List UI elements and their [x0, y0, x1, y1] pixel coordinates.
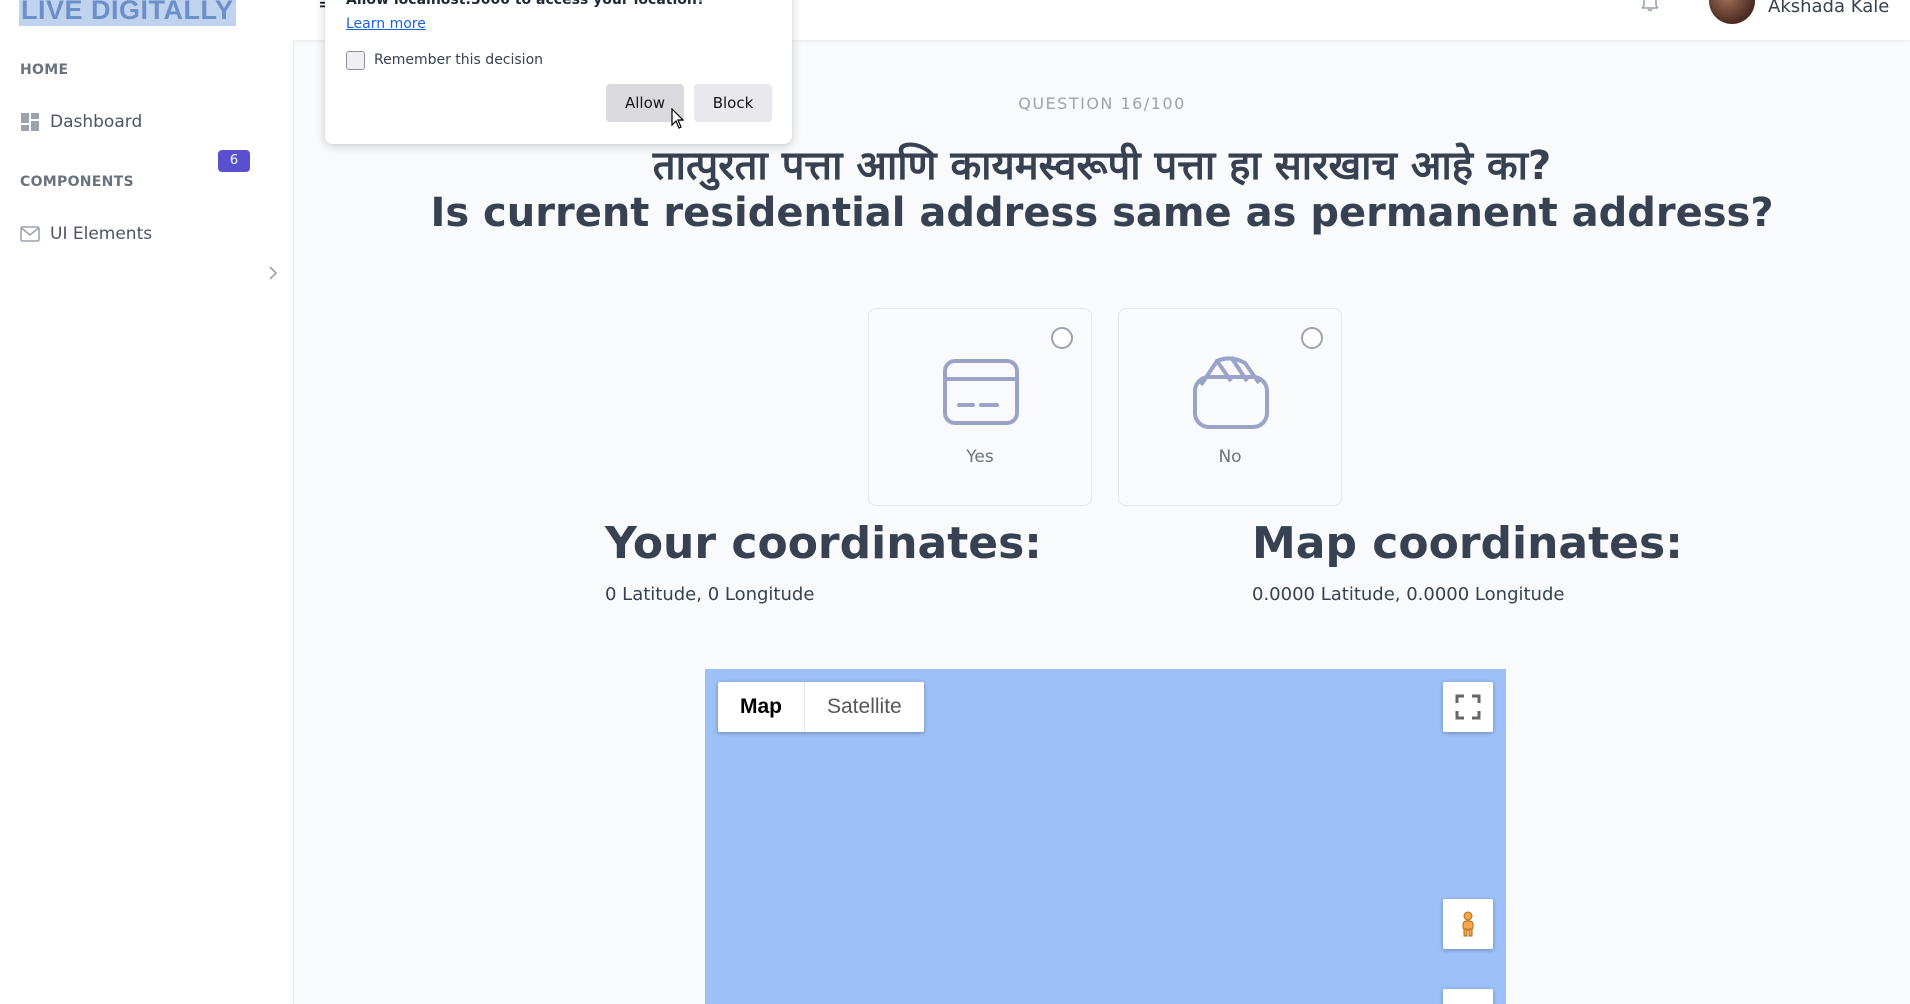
map-type-control: Map Satellite — [718, 682, 924, 732]
sidebar-item-label: UI Elements — [50, 224, 153, 244]
sidebar-item-dashboard[interactable]: Dashboard — [20, 107, 274, 137]
option-yes-radio[interactable] — [1051, 327, 1073, 349]
option-no[interactable]: No — [1118, 308, 1342, 506]
credit-card-icon — [943, 359, 1019, 425]
map-view[interactable]: Map Satellite — [705, 669, 1506, 1004]
map-type-map-button[interactable]: Map — [718, 682, 805, 732]
question-title-english: Is current residential address same as p… — [430, 190, 1774, 236]
pegman-icon — [1462, 911, 1474, 937]
sidebar-section-components: COMPONENTS — [20, 174, 134, 190]
user-avatar[interactable] — [1709, 0, 1755, 24]
permission-title: Allow localhost:3000 to access your loca… — [346, 0, 705, 8]
street-view-button[interactable] — [1443, 899, 1493, 949]
question-title-marathi: तात्पुरता पत्ता आणि कायमस्वरूपी पत्ता हा… — [652, 143, 1552, 189]
learn-more-link[interactable]: Learn more — [346, 16, 426, 32]
sidebar-item-ui-elements[interactable]: UI Elements — [20, 219, 274, 249]
mouse-cursor-icon — [671, 108, 685, 129]
sidebar-item-label: Dashboard — [50, 112, 143, 132]
chevron-right-icon[interactable] — [268, 266, 278, 280]
mail-icon — [20, 226, 40, 242]
remember-decision-checkbox[interactable] — [346, 51, 365, 70]
option-yes[interactable]: Yes — [868, 308, 1092, 506]
option-no-radio[interactable] — [1301, 327, 1323, 349]
remember-decision-label[interactable]: Remember this decision — [374, 52, 543, 68]
fullscreen-button[interactable] — [1443, 682, 1493, 732]
user-name[interactable]: Akshada Kale — [1768, 0, 1889, 17]
wallet-icon — [1193, 355, 1269, 429]
top-header: LIVE DIGITALLY ≡ Akshada Kale — [0, 0, 1910, 40]
your-coordinates-heading: Your coordinates: — [605, 518, 1042, 569]
sidebar: HOME Dashboard 6 COMPONENTS UI Elements — [0, 40, 294, 1004]
map-coordinates-value: 0.0000 Latitude, 0.0000 Longitude — [1252, 584, 1565, 605]
location-permission-dialog: Allow localhost:3000 to access your loca… — [325, 0, 792, 144]
dashboard-badge: 6 — [218, 150, 250, 172]
zoom-in-button[interactable] — [1443, 989, 1493, 1004]
bell-icon[interactable] — [1640, 0, 1660, 12]
map-coordinates-heading: Map coordinates: — [1252, 518, 1683, 569]
your-coordinates-value: 0 Latitude, 0 Longitude — [605, 584, 815, 605]
fullscreen-icon — [1455, 694, 1481, 720]
app-logo[interactable]: LIVE DIGITALLY — [19, 0, 236, 26]
block-button[interactable]: Block — [694, 84, 772, 122]
map-type-satellite-button[interactable]: Satellite — [805, 682, 924, 732]
option-no-label: No — [1218, 447, 1242, 467]
dashboard-icon — [21, 113, 39, 131]
option-yes-label: Yes — [966, 447, 994, 467]
sidebar-section-home: HOME — [20, 62, 69, 78]
